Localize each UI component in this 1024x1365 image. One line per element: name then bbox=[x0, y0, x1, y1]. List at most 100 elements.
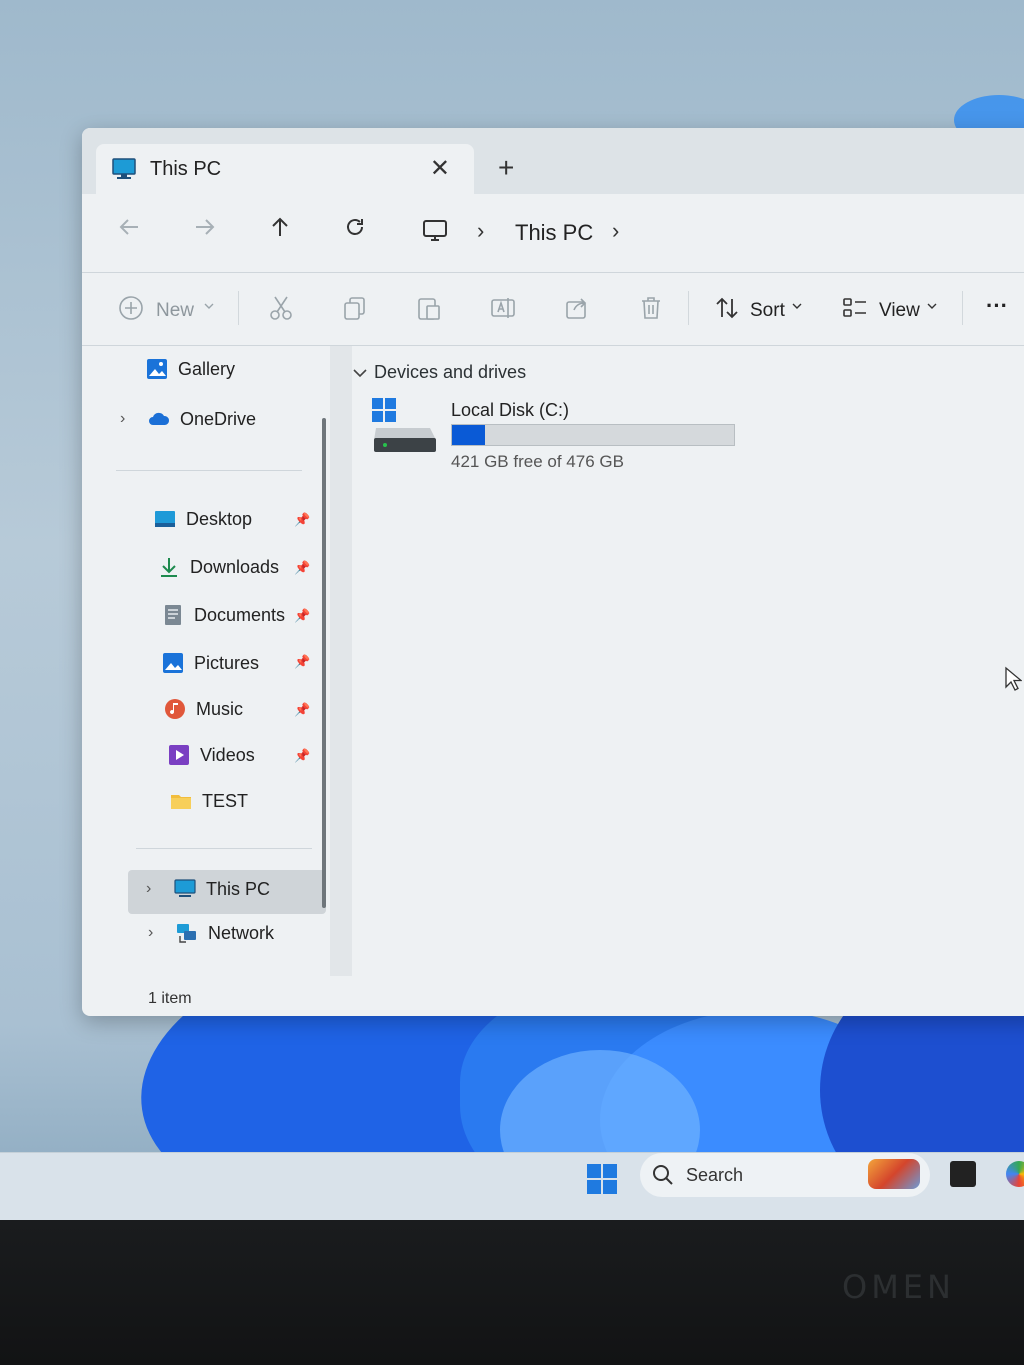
search-icon bbox=[653, 1165, 673, 1185]
sort-icon bbox=[714, 295, 740, 321]
refresh-icon bbox=[347, 219, 363, 235]
toolbar-divider bbox=[688, 291, 689, 325]
paste-icon[interactable] bbox=[416, 295, 442, 321]
sidebar-item-label: Desktop bbox=[186, 508, 253, 529]
sidebar-item-label: Network bbox=[208, 922, 275, 943]
chevron-right-icon[interactable]: › bbox=[148, 924, 153, 942]
breadcrumb-chevron-icon[interactable]: › bbox=[477, 218, 484, 244]
pin-icon[interactable]: 📌 bbox=[294, 608, 310, 624]
navigation-bar: › This PC › bbox=[82, 194, 1024, 273]
network-icon bbox=[177, 924, 196, 943]
pane-splitter[interactable] bbox=[330, 346, 352, 976]
taskbar-app-icon[interactable] bbox=[950, 1161, 976, 1187]
sidebar-item-documents[interactable]: Documents bbox=[162, 604, 285, 626]
tab-this-pc[interactable]: This PC ✕ bbox=[96, 144, 474, 194]
sidebar-item-videos[interactable]: Videos bbox=[168, 744, 255, 766]
view-icon bbox=[842, 295, 868, 321]
pin-icon[interactable]: 📌 bbox=[294, 560, 310, 576]
drive-local-disk-c[interactable]: Local Disk (C:) 421 GB free of 476 GB bbox=[370, 394, 750, 474]
taskbar-app-icon[interactable] bbox=[1006, 1161, 1024, 1187]
taskbar-search-box[interactable]: Search bbox=[640, 1153, 930, 1197]
sidebar-item-label: TEST bbox=[202, 790, 249, 811]
drive-name: Local Disk (C:) bbox=[451, 400, 570, 420]
monitor-icon bbox=[174, 879, 196, 897]
address-monitor-icon[interactable] bbox=[422, 219, 448, 248]
search-label: Search bbox=[686, 1164, 744, 1185]
toolbar-divider bbox=[962, 291, 963, 325]
music-icon bbox=[165, 699, 185, 719]
videos-icon bbox=[169, 745, 189, 765]
drive-usage-fill bbox=[452, 425, 485, 445]
chevron-down-icon bbox=[792, 301, 802, 311]
close-tab-button[interactable]: ✕ bbox=[430, 154, 450, 183]
chevron-down-icon bbox=[204, 301, 214, 311]
chevron-right-icon[interactable]: › bbox=[120, 410, 125, 428]
breadcrumb-chevron-icon[interactable]: › bbox=[612, 218, 619, 244]
file-explorer-window: This PC ✕ + › This PC › New Sort View ··… bbox=[82, 128, 1024, 1016]
document-icon bbox=[165, 605, 181, 625]
sidebar-item-label: This PC bbox=[206, 878, 271, 899]
desktop-wallpaper bbox=[0, 990, 1024, 1165]
mouse-pointer-icon bbox=[1005, 666, 1022, 691]
sidebar-item-test[interactable]: TEST bbox=[170, 790, 248, 812]
sidebar-item-label: OneDrive bbox=[180, 408, 257, 429]
new-tab-button[interactable]: + bbox=[498, 154, 514, 182]
arrow-left-icon bbox=[119, 219, 138, 235]
drive-free-space: 421 GB free of 476 GB bbox=[451, 452, 624, 471]
more-options-button[interactable]: ··· bbox=[986, 293, 1008, 319]
status-item-count: 1 item bbox=[148, 990, 192, 1007]
tab-bar: This PC ✕ + bbox=[82, 128, 1024, 194]
sidebar-divider bbox=[116, 470, 302, 471]
sidebar-item-label: Videos bbox=[200, 744, 255, 765]
arrow-up-icon bbox=[272, 217, 288, 236]
forward-button[interactable] bbox=[194, 216, 216, 245]
sidebar-item-music[interactable]: Music bbox=[164, 698, 243, 720]
onedrive-cloud-icon bbox=[149, 412, 170, 425]
pin-icon[interactable]: 📌 bbox=[294, 512, 310, 528]
sidebar-divider bbox=[136, 848, 312, 849]
chevron-down-icon bbox=[927, 301, 937, 311]
view-button[interactable]: View bbox=[879, 300, 920, 322]
sidebar-item-network[interactable]: Network bbox=[176, 922, 274, 944]
desktop-icon bbox=[155, 511, 175, 527]
new-button[interactable]: New bbox=[156, 300, 194, 322]
hard-drive-icon bbox=[372, 398, 436, 452]
sidebar-scrollbar[interactable] bbox=[322, 418, 326, 908]
pin-icon[interactable]: 📌 bbox=[294, 748, 310, 764]
back-button[interactable] bbox=[118, 216, 140, 245]
pin-icon[interactable]: 📌 bbox=[294, 654, 310, 670]
tab-title: This PC bbox=[150, 157, 222, 180]
sidebar-item-this-pc[interactable]: This PC bbox=[174, 878, 270, 900]
sort-button[interactable]: Sort bbox=[750, 300, 785, 322]
download-arrow-icon bbox=[161, 558, 177, 577]
windows-start-icon[interactable] bbox=[586, 1163, 618, 1195]
sidebar-item-desktop[interactable]: Desktop bbox=[154, 508, 252, 530]
sidebar-item-pictures[interactable]: Pictures bbox=[162, 652, 259, 674]
sidebar-item-gallery[interactable]: Gallery bbox=[146, 358, 235, 380]
command-bar: New Sort View ··· bbox=[82, 273, 1024, 346]
sidebar-item-label: Gallery bbox=[178, 358, 236, 379]
pin-icon[interactable]: 📌 bbox=[294, 702, 310, 718]
sidebar-item-label: Downloads bbox=[190, 556, 280, 577]
share-icon[interactable] bbox=[564, 295, 590, 321]
delete-icon[interactable] bbox=[638, 295, 664, 321]
brand-logo: OMEN bbox=[842, 1268, 955, 1306]
sidebar-item-label: Music bbox=[196, 698, 244, 719]
sidebar-item-onedrive[interactable]: OneDrive bbox=[148, 408, 256, 430]
chevron-right-icon[interactable]: › bbox=[146, 880, 151, 898]
sidebar-item-downloads[interactable]: Downloads bbox=[158, 556, 279, 578]
monitor-icon bbox=[112, 158, 136, 179]
toolbar-divider bbox=[238, 291, 239, 325]
chevron-down-icon bbox=[353, 368, 367, 377]
up-button[interactable] bbox=[269, 216, 291, 245]
gallery-icon bbox=[147, 359, 167, 379]
pictures-icon bbox=[163, 653, 183, 673]
breadcrumb-this-pc[interactable]: This PC bbox=[515, 220, 593, 246]
taskbar: Search bbox=[0, 1152, 1024, 1221]
rename-icon[interactable] bbox=[490, 295, 516, 321]
cut-icon[interactable] bbox=[268, 295, 294, 321]
devices-and-drives-header[interactable]: Devices and drives bbox=[352, 362, 526, 383]
refresh-button[interactable] bbox=[344, 216, 366, 245]
copy-icon[interactable] bbox=[342, 295, 368, 321]
search-highlight-image bbox=[868, 1159, 920, 1189]
